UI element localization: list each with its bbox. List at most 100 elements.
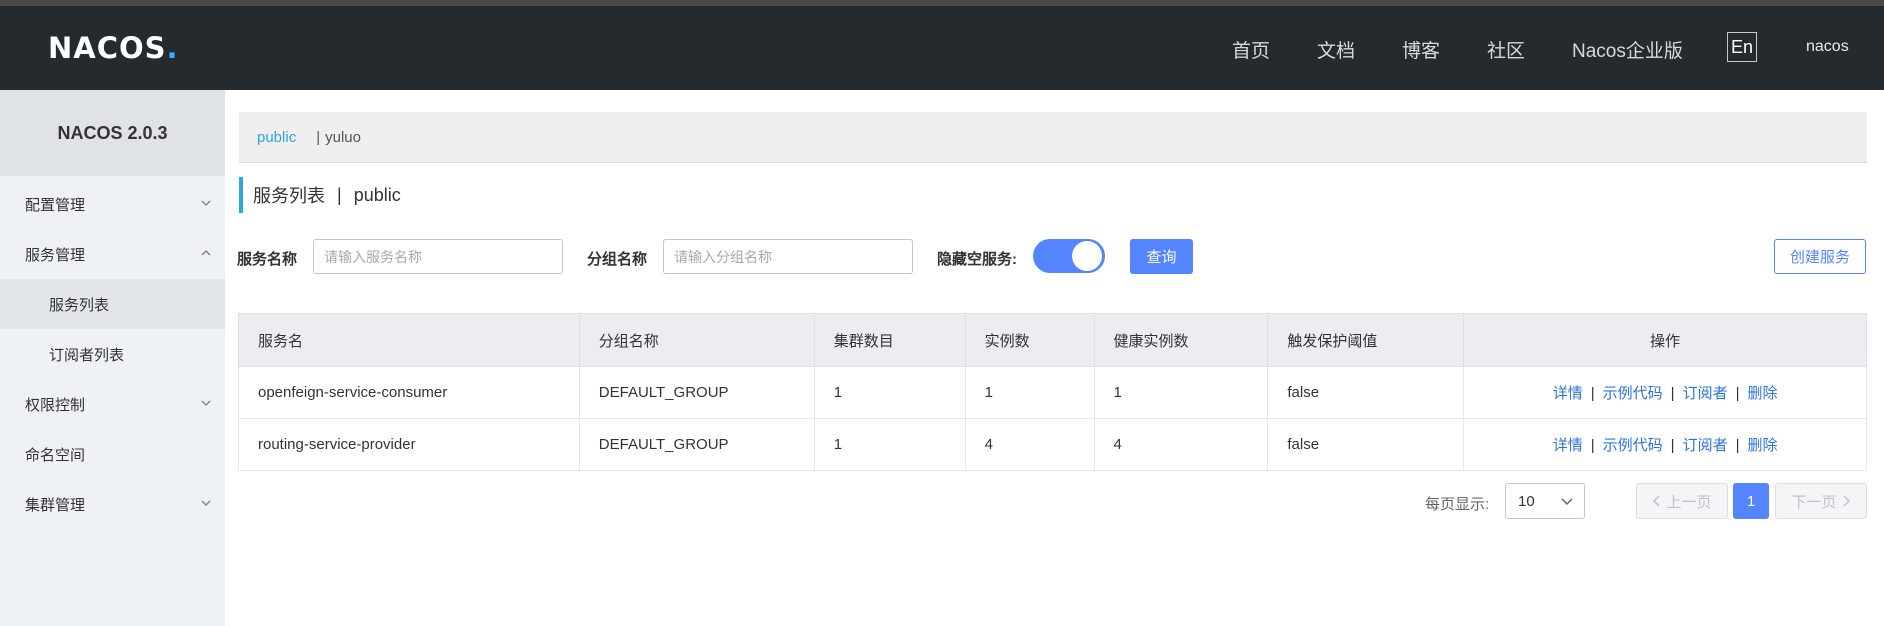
column-header-service-name[interactable]: 服务名 [238,313,580,367]
chevron-down-icon [199,196,213,210]
group-name-label: 分组名称 [587,251,648,268]
sidebar-item-service-management[interactable]: 服务管理 [0,229,225,279]
delete-link[interactable]: 删除 [1748,385,1778,402]
sidebar-title: NACOS 2.0.3 [0,90,225,176]
chevron-up-icon [199,246,213,260]
hide-empty-label: 隐藏空服务: [937,251,1017,268]
hide-empty-toggle[interactable] [1033,239,1105,273]
column-header-cluster-count[interactable]: 集群数目 [813,313,966,367]
group-name-input[interactable] [663,239,913,274]
main-content: public | yuluo 服务列表 | public 服务名称 分组名称 隐… [225,90,1884,626]
search-form: 服务名称 分组名称 隐藏空服务: 查询 创建服务 [225,239,1884,275]
nav-community[interactable]: 社区 [1487,36,1525,63]
sidebar-item-access-control[interactable]: 权限控制 [0,379,225,429]
cell-group-name: DEFAULT_GROUP [578,418,815,471]
sidebar-item-namespace[interactable]: 命名空间 [0,429,225,479]
sidebar-item-subscriber-list[interactable]: 订阅者列表 [0,329,225,379]
column-header-instance-count[interactable]: 实例数 [964,313,1095,367]
cell-cluster-count: 1 [813,366,966,419]
sidebar-item-label: 服务管理 [25,246,86,264]
cell-group-name: DEFAULT_GROUP [578,366,815,419]
table-header-row: 服务名 分组名称 集群数目 实例数 健康实例数 触发保护阈值 操作 [238,313,1867,367]
subscribers-link[interactable]: 订阅者 [1683,437,1728,454]
sidebar-item-label: 订阅者列表 [49,346,125,364]
cell-actions: 详情 | 示例代码 | 订阅者 | 删除 [1463,418,1867,471]
page-number-1[interactable]: 1 [1733,483,1769,519]
page-size-label: 每页显示: [1425,496,1490,513]
page-title: 服务列表 | public [239,177,401,213]
chevron-down-icon [1560,495,1574,513]
pagination: 每页显示: 10 上一页 1 下一页 [225,483,1884,519]
action-separator: | [1590,437,1595,454]
cell-service-name: openfeign-service-consumer [238,366,580,419]
query-button[interactable]: 查询 [1130,239,1193,274]
language-switch-button[interactable]: En [1727,32,1757,62]
cell-instance-count: 4 [964,418,1095,471]
page-title-separator: | [337,184,342,205]
sidebar-item-label: 命名空间 [25,446,86,464]
toggle-knob [1072,241,1102,271]
nacos-logo[interactable]: NACOS. [48,31,179,65]
detail-link[interactable]: 详情 [1553,385,1583,402]
action-separator: | [1735,385,1740,402]
column-header-group-name[interactable]: 分组名称 [578,313,815,367]
column-header-healthy-count[interactable]: 健康实例数 [1093,313,1269,367]
chevron-right-icon [1842,495,1850,507]
sidebar-item-config-management[interactable]: 配置管理 [0,179,225,229]
namespace-public[interactable]: public [257,129,296,146]
action-separator: | [1590,385,1595,402]
action-separator: | [1670,437,1675,454]
sidebar-item-label: 配置管理 [25,196,86,214]
cell-healthy-count: 1 [1093,366,1269,419]
service-table: 服务名 分组名称 集群数目 实例数 健康实例数 触发保护阈值 操作 openfe… [238,313,1867,471]
subscribers-link[interactable]: 订阅者 [1683,385,1728,402]
chevron-down-icon [199,496,213,510]
nav-home[interactable]: 首页 [1232,36,1270,63]
delete-link[interactable]: 删除 [1748,437,1778,454]
next-page-button[interactable]: 下一页 [1775,483,1867,519]
nav-blog[interactable]: 博客 [1402,36,1440,63]
sidebar-item-label: 服务列表 [49,296,110,314]
cell-threshold: false [1267,418,1465,471]
table-row: openfeign-service-consumer DEFAULT_GROUP… [238,366,1867,419]
action-separator: | [1735,437,1740,454]
namespace-bar: public | yuluo [239,112,1867,163]
cell-instance-count: 1 [964,366,1095,419]
namespace-yuluo[interactable]: yuluo [325,129,361,146]
page-size-select[interactable]: 10 [1505,483,1585,519]
cell-threshold: false [1267,366,1465,419]
next-page-label: 下一页 [1791,493,1837,511]
nav-docs[interactable]: 文档 [1317,36,1355,63]
sidebar-item-cluster-management[interactable]: 集群管理 [0,479,225,529]
chevron-left-icon [1653,495,1661,507]
logo-text: NACOS [48,31,167,65]
column-header-actions: 操作 [1463,313,1867,367]
user-menu[interactable]: nacos [1806,38,1849,56]
nav-enterprise[interactable]: Nacos企业版 [1572,36,1683,63]
prev-page-button[interactable]: 上一页 [1636,483,1728,519]
action-separator: | [1670,385,1675,402]
sample-code-link[interactable]: 示例代码 [1603,437,1663,454]
create-service-button[interactable]: 创建服务 [1774,239,1866,274]
sidebar: NACOS 2.0.3 配置管理 服务管理 服务列表 订阅者列表 权限控制 命名… [0,90,225,626]
cell-healthy-count: 4 [1093,418,1269,471]
detail-link[interactable]: 详情 [1553,437,1583,454]
page-title-namespace: public [353,184,401,205]
sample-code-link[interactable]: 示例代码 [1603,385,1663,402]
prev-page-label: 上一页 [1666,493,1712,511]
service-name-label: 服务名称 [237,251,298,268]
sidebar-item-label: 集群管理 [25,496,86,514]
column-header-threshold[interactable]: 触发保护阈值 [1267,313,1465,367]
namespace-separator: | [316,128,321,146]
table-row: routing-service-provider DEFAULT_GROUP 1… [238,418,1867,471]
cell-actions: 详情 | 示例代码 | 订阅者 | 删除 [1463,366,1867,419]
service-name-input[interactable] [313,239,563,274]
chevron-down-icon [199,396,213,410]
page-title-text: 服务列表 [253,186,325,206]
cell-service-name: routing-service-provider [238,418,580,471]
sidebar-item-label: 权限控制 [25,396,86,414]
cell-cluster-count: 1 [813,418,966,471]
sidebar-item-service-list[interactable]: 服务列表 [0,279,225,329]
logo-dot: . [166,31,179,65]
page-size-value: 10 [1518,492,1535,510]
